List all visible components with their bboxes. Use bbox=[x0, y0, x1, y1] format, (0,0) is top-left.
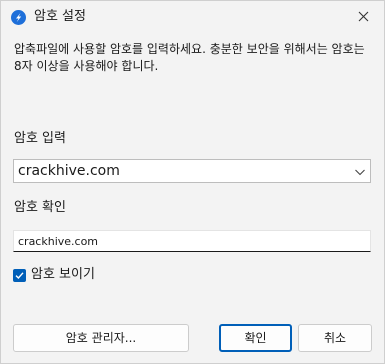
chevron-down-icon[interactable] bbox=[354, 167, 366, 177]
password-dialog: 암호 설정 압축파일에 사용할 암호를 입력하세요. 충분한 보안을 위해서는 … bbox=[0, 0, 385, 364]
window-title: 암호 설정 bbox=[34, 9, 86, 24]
show-password-label[interactable]: 암호 보이기 bbox=[31, 267, 95, 283]
password-manager-button[interactable]: 암호 관리자... bbox=[13, 324, 189, 352]
close-icon bbox=[358, 11, 369, 22]
confirm-label: 암호 확인 bbox=[14, 200, 66, 215]
description-text: 압축파일에 사용할 암호를 입력하세요. 충분한 보안을 위해서는 암호는 8자… bbox=[14, 42, 365, 73]
close-button[interactable] bbox=[344, 1, 384, 32]
app-icon bbox=[11, 10, 26, 25]
password-combobox[interactable]: crackhive.com bbox=[13, 159, 371, 183]
password-value: crackhive.com bbox=[18, 163, 120, 179]
cancel-button[interactable]: 취소 bbox=[298, 324, 372, 352]
confirm-value: crackhive.com bbox=[18, 235, 99, 248]
ok-button[interactable]: 확인 bbox=[219, 324, 292, 352]
title-bar: 암호 설정 bbox=[1, 1, 384, 32]
confirm-password-input[interactable]: crackhive.com bbox=[13, 230, 371, 252]
checkmark-icon bbox=[15, 272, 24, 280]
password-label: 암호 입력 bbox=[14, 131, 66, 146]
show-password-checkbox[interactable] bbox=[13, 269, 26, 282]
